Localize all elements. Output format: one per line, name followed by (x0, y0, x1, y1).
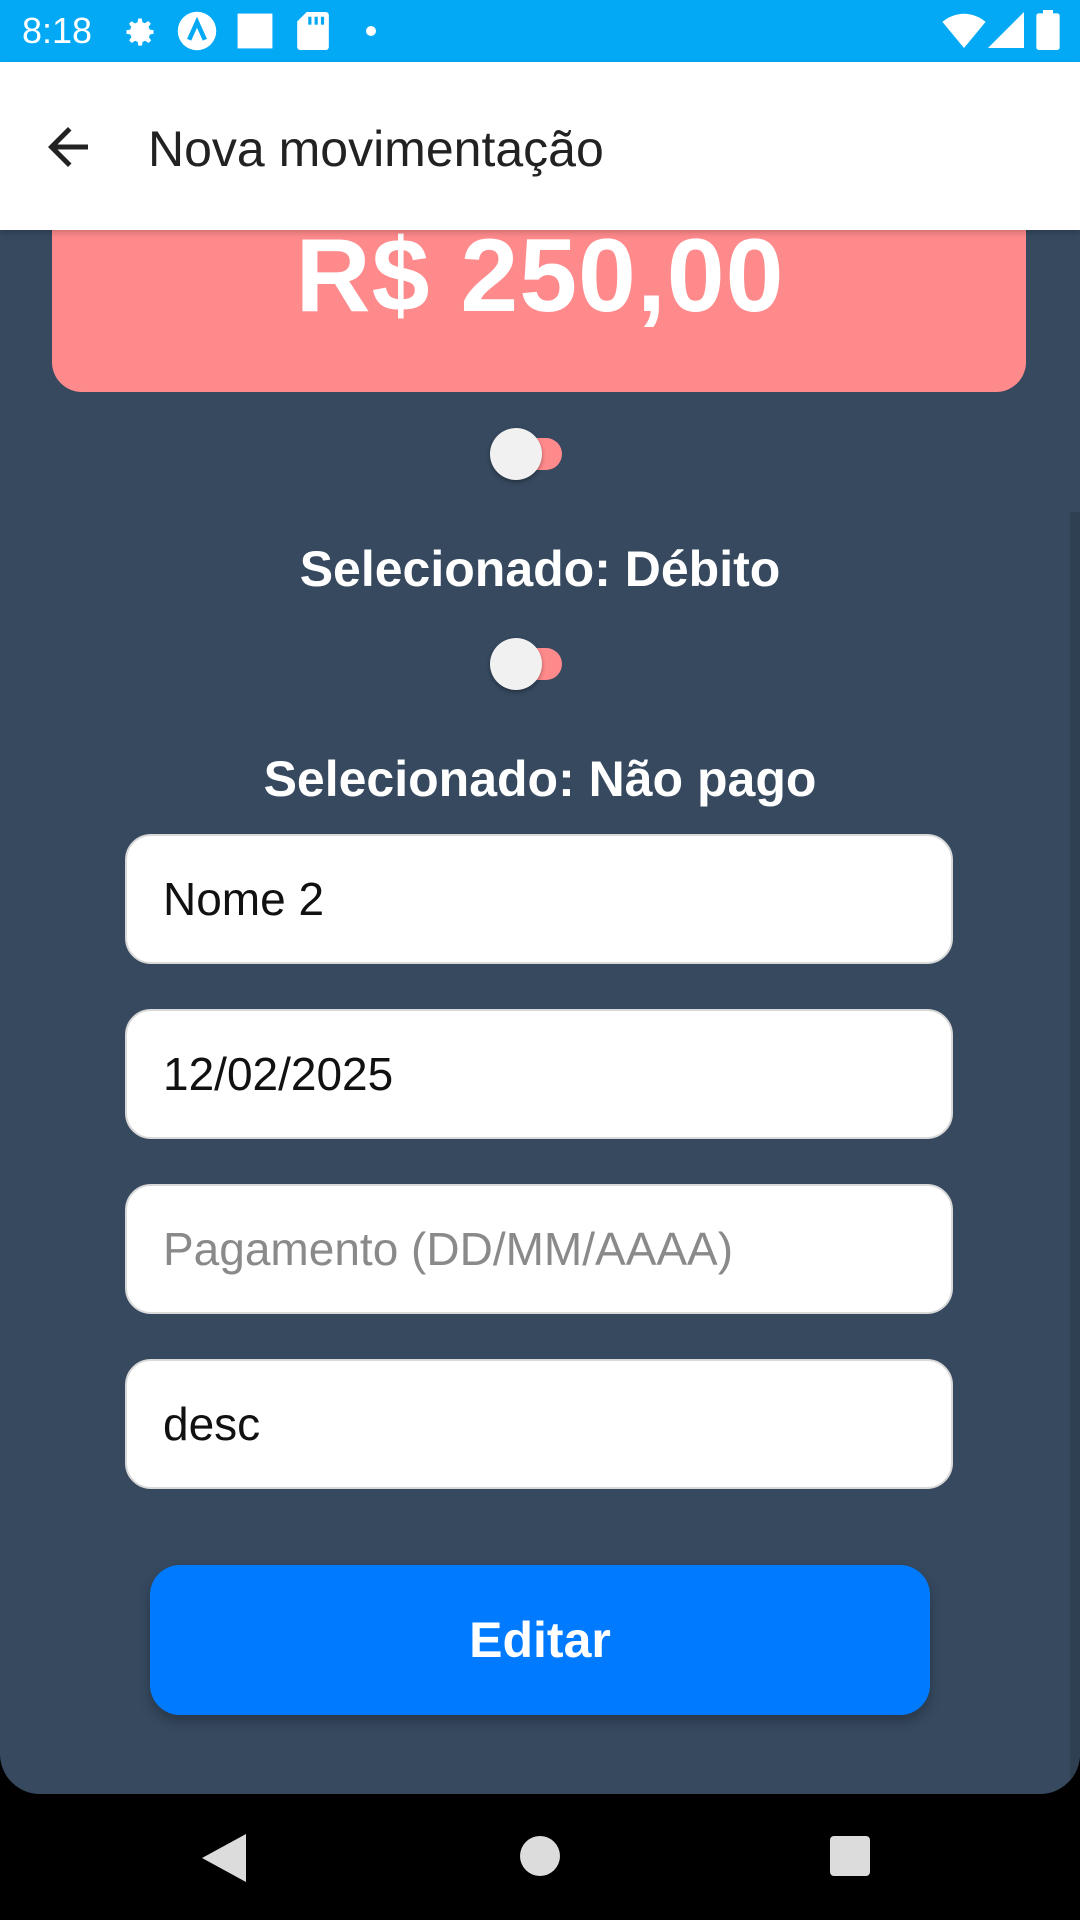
app-bar: Nova movimentação (0, 62, 1080, 230)
scroll-edge (1070, 512, 1080, 1792)
dot-icon (366, 26, 376, 36)
paid-selected-label: Selecionado: Não pago (263, 751, 817, 807)
arrow-back-icon[interactable] (38, 117, 98, 177)
recents-square-icon[interactable] (830, 1836, 870, 1876)
gear-icon (126, 18, 154, 46)
a-circle-icon (177, 11, 217, 51)
description-input[interactable] (161, 1396, 925, 1452)
amount-value: R$ 250,00 (295, 218, 785, 334)
status-time: 8:18 (22, 10, 93, 51)
toggle-thumb (490, 638, 542, 690)
home-circle-icon[interactable] (520, 1836, 560, 1876)
battery-icon (1036, 10, 1060, 50)
date-field[interactable] (125, 1009, 953, 1139)
sd-card-icon (297, 12, 329, 50)
wifi-icon (942, 13, 986, 48)
toggle-thumb (490, 428, 542, 480)
type-selected-label: Selecionado: Débito (299, 541, 781, 597)
status-bar: 8:18 (0, 0, 1080, 62)
description-field[interactable] (125, 1359, 953, 1489)
back-triangle-icon[interactable] (202, 1834, 246, 1882)
debit-credit-toggle[interactable] (488, 428, 574, 480)
navigation-bar (0, 1794, 1080, 1920)
paid-status-toggle[interactable] (488, 638, 574, 690)
page-title: Nova movimentação (148, 121, 604, 177)
square-icon (237, 13, 273, 49)
payment-date-input[interactable] (161, 1221, 925, 1277)
name-input[interactable] (161, 871, 925, 927)
main-content: R$ 250,00 Selecionado: Débito Selecionad… (0, 62, 1080, 1794)
signal-icon (988, 12, 1024, 48)
date-input[interactable] (161, 1046, 925, 1102)
name-field[interactable] (125, 834, 953, 964)
edit-button[interactable]: Editar (150, 1565, 930, 1715)
payment-date-field[interactable] (125, 1184, 953, 1314)
